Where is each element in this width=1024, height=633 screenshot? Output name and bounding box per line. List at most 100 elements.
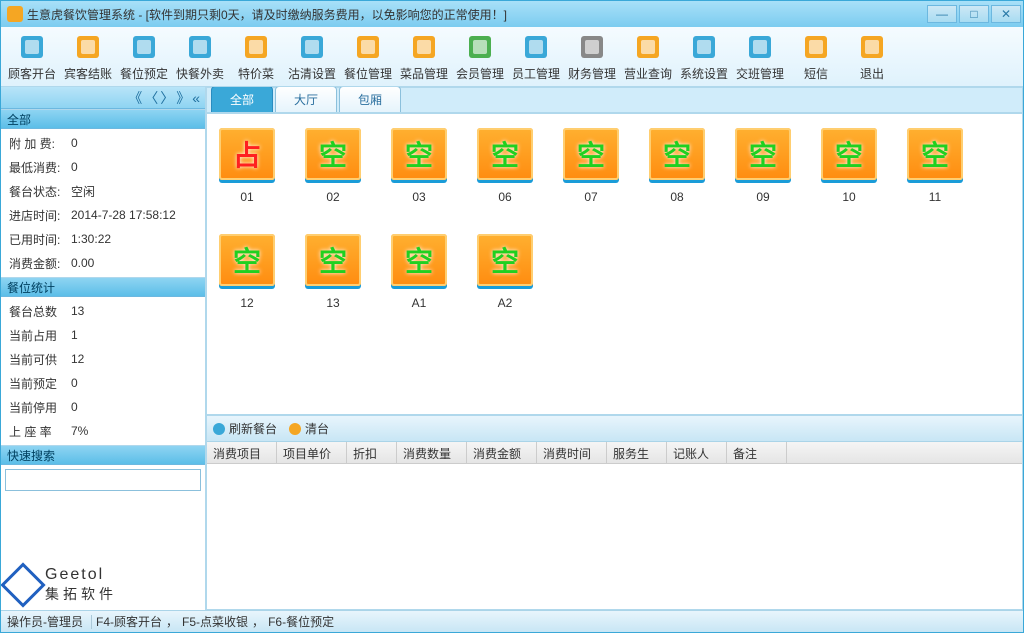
info-row: 进店时间:2014-7-28 17:58:12 (1, 203, 205, 227)
table-07[interactable]: 空 07 (561, 128, 621, 204)
tool-guest-checkout[interactable]: 宾客结账 (61, 30, 115, 84)
section-search: 快速搜索 (1, 445, 205, 465)
stats-value: 0 (71, 400, 197, 414)
col-header[interactable]: 服务生 (607, 442, 667, 463)
stats-label: 当前占用 (9, 327, 71, 344)
table-11[interactable]: 空 11 (905, 128, 965, 204)
table-tile[interactable]: 空 (821, 128, 877, 180)
table-01[interactable]: 占 01 (217, 128, 277, 204)
minimize-button[interactable]: — (927, 5, 957, 23)
table-tile[interactable]: 空 (477, 128, 533, 180)
section-all[interactable]: 全部 (1, 109, 205, 129)
stats-label: 餐台总数 (9, 303, 71, 320)
table-09[interactable]: 空 09 (733, 128, 793, 204)
table-label: 13 (326, 296, 339, 310)
clear-action[interactable]: 清台 (289, 420, 329, 437)
tool-special-dish[interactable]: 特价菜 (229, 30, 283, 84)
table-tile[interactable]: 空 (219, 234, 275, 286)
table-02[interactable]: 空 02 (303, 128, 363, 204)
tool-fastfood-takeout[interactable]: 快餐外卖 (173, 30, 227, 84)
logo-text-en: Geetol (45, 566, 117, 584)
tool-member-manage[interactable]: 会员管理 (453, 30, 507, 84)
tool-staff-manage[interactable]: 员工管理 (509, 30, 563, 84)
business-query-icon (632, 31, 664, 63)
table-A2[interactable]: 空 A2 (475, 234, 535, 310)
info-label: 附 加 费: (9, 135, 71, 152)
close-button[interactable]: ✕ (991, 5, 1021, 23)
tool-business-query[interactable]: 营业查询 (621, 30, 675, 84)
table-12[interactable]: 空 12 (217, 234, 277, 310)
table-tile[interactable]: 空 (305, 234, 361, 286)
col-header[interactable]: 消费时间 (537, 442, 607, 463)
stats-row: 当前占用1 (1, 323, 205, 347)
table-tile[interactable]: 空 (563, 128, 619, 180)
table-tile[interactable]: 空 (391, 234, 447, 286)
section-stats: 餐位统计 (1, 277, 205, 297)
tool-reservation[interactable]: 餐位预定 (117, 30, 171, 84)
tool-finance-manage[interactable]: 财务管理 (565, 30, 619, 84)
tool-shift-manage[interactable]: 交班管理 (733, 30, 787, 84)
tool-dish-manage[interactable]: 菜品管理 (397, 30, 451, 84)
fastfood-takeout-icon (184, 31, 216, 63)
business-query-label: 营业查询 (624, 65, 672, 82)
info-value: 2014-7-28 17:58:12 (71, 208, 197, 222)
tool-soldout-setting[interactable]: 沽清设置 (285, 30, 339, 84)
tool-sms[interactable]: 短信 (789, 30, 843, 84)
tool-seat-manage[interactable]: 餐位管理 (341, 30, 395, 84)
info-label: 已用时间: (9, 231, 71, 248)
nav-prev-icon[interactable]: 〈 (144, 88, 158, 108)
table-tile[interactable]: 空 (907, 128, 963, 180)
nav-first-icon[interactable]: 《 (128, 88, 142, 108)
stats-row: 上 座 率7% (1, 419, 205, 443)
col-header[interactable]: 备注 (727, 442, 787, 463)
tool-customer-open[interactable]: 顾客开台 (5, 30, 59, 84)
tab-1[interactable]: 大厅 (275, 87, 337, 112)
info-label: 消费金额: (9, 255, 71, 272)
tab-0[interactable]: 全部 (211, 87, 273, 112)
nav-next-icon[interactable]: 〉 (160, 88, 174, 108)
tab-2[interactable]: 包厢 (339, 87, 401, 112)
stats-label: 当前可供 (9, 351, 71, 368)
col-header[interactable]: 项目单价 (277, 442, 347, 463)
table-tile[interactable]: 空 (649, 128, 705, 180)
col-header[interactable]: 消费数量 (397, 442, 467, 463)
grid-body (207, 464, 1022, 609)
col-header[interactable]: 折扣 (347, 442, 397, 463)
table-tile[interactable]: 占 (219, 128, 275, 180)
titlebar: 生意虎餐饮管理系统 - [软件到期只剩0天，请及时缴纳服务费用，以免影响您的正常… (1, 1, 1023, 27)
dish-manage-icon (408, 31, 440, 63)
table-03[interactable]: 空 03 (389, 128, 449, 204)
info-value: 空闲 (71, 183, 197, 200)
stats-value: 12 (71, 352, 197, 366)
tool-system-settings[interactable]: 系统设置 (677, 30, 731, 84)
stats-value: 0 (71, 376, 197, 390)
col-header[interactable]: 消费金额 (467, 442, 537, 463)
table-tile[interactable]: 空 (391, 128, 447, 180)
table-A1[interactable]: 空 A1 (389, 234, 449, 310)
search-input[interactable] (5, 469, 201, 491)
table-label: 10 (842, 190, 855, 204)
table-tile[interactable]: 空 (477, 234, 533, 286)
tool-exit[interactable]: 退出 (845, 30, 899, 84)
nav-last-icon[interactable]: 》 (176, 88, 190, 108)
table-tile[interactable]: 空 (735, 128, 791, 180)
maximize-button[interactable]: □ (959, 5, 989, 23)
col-header[interactable]: 记账人 (667, 442, 727, 463)
refresh-action[interactable]: 刷新餐台 (213, 420, 277, 437)
member-manage-label: 会员管理 (456, 65, 504, 82)
guest-checkout-icon (72, 31, 104, 63)
info-value: 0.00 (71, 256, 197, 270)
member-manage-icon (464, 31, 496, 63)
table-10[interactable]: 空 10 (819, 128, 879, 204)
logo-text-cn: 集拓软件 (45, 584, 117, 604)
table-tile[interactable]: 空 (305, 128, 361, 180)
table-13[interactable]: 空 13 (303, 234, 363, 310)
sidebar-nav[interactable]: 《 〈 〉 》 « (1, 87, 205, 109)
col-header[interactable]: 消费项目 (207, 442, 277, 463)
nav-collapse-icon[interactable]: « (192, 90, 200, 106)
stats-value: 7% (71, 424, 197, 438)
table-08[interactable]: 空 08 (647, 128, 707, 204)
guest-checkout-label: 宾客结账 (64, 65, 112, 82)
stats-list: 餐台总数13当前占用1当前可供12当前预定0当前停用0上 座 率7% (1, 297, 205, 445)
table-06[interactable]: 空 06 (475, 128, 535, 204)
